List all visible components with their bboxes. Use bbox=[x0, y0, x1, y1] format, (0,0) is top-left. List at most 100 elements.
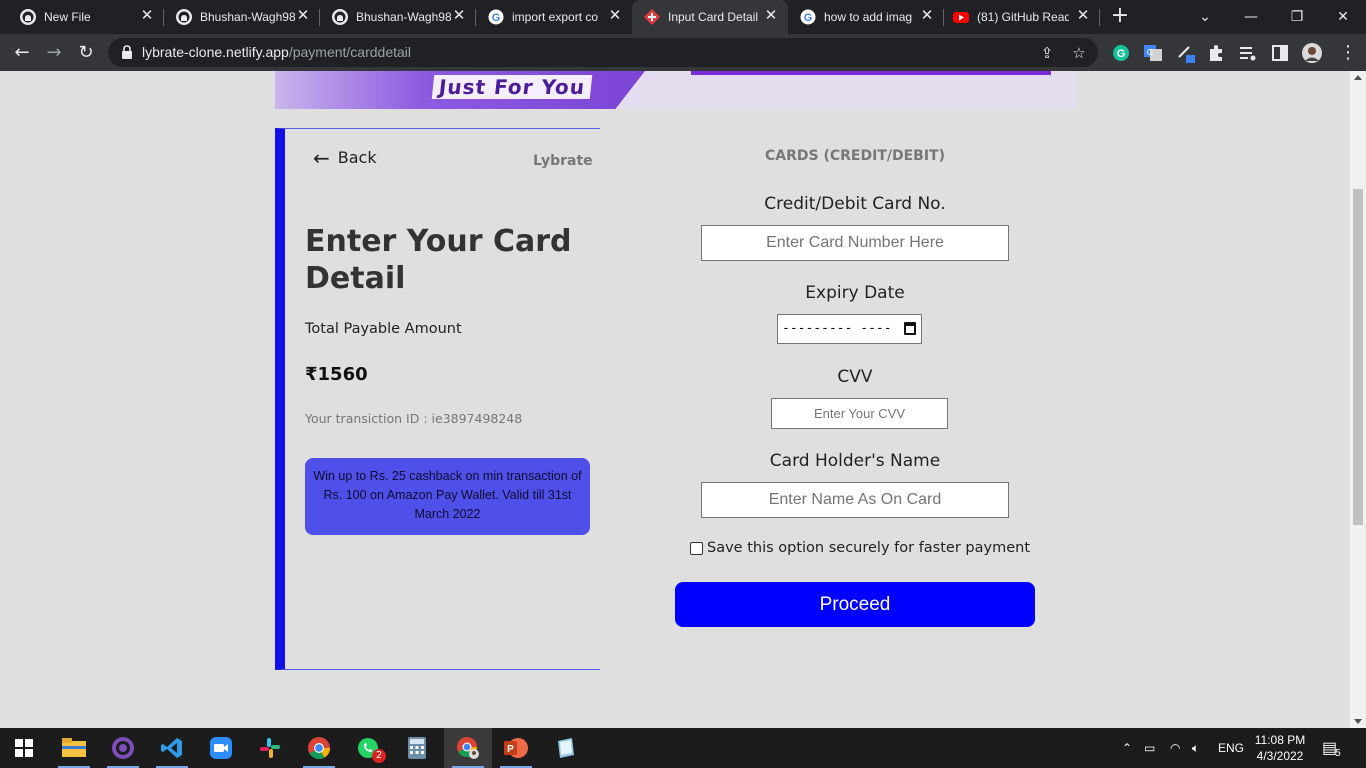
tab-title: (81) GitHub Read bbox=[977, 10, 1069, 24]
tab-import-export[interactable]: G import export co ✕ bbox=[476, 0, 632, 34]
tab-input-card-detail[interactable]: Input Card Detail ✕ bbox=[632, 0, 788, 34]
browser-tabstrip: New File ✕ Bhushan-Wagh98 ✕ Bhushan-Wagh… bbox=[0, 0, 1366, 34]
volume-icon[interactable]: 🔈︎ bbox=[1192, 728, 1199, 768]
save-option-row[interactable]: Save this option securely for faster pay… bbox=[690, 540, 1030, 556]
banner-divider bbox=[691, 71, 1051, 75]
close-icon[interactable]: ✕ bbox=[140, 8, 154, 23]
start-button[interactable] bbox=[0, 728, 48, 768]
save-label: Save this option securely for faster pay… bbox=[707, 540, 1031, 556]
notepad-icon bbox=[558, 738, 574, 758]
forward-arrow-icon[interactable]: → bbox=[40, 39, 68, 67]
tab-bhushan-1[interactable]: Bhushan-Wagh98 ✕ bbox=[164, 0, 320, 34]
whatsapp-button[interactable]: 2 bbox=[344, 728, 392, 768]
wifi-icon[interactable]: ◠ bbox=[1170, 728, 1180, 768]
svg-text:P: P bbox=[507, 744, 514, 755]
proceed-button[interactable]: Proceed bbox=[675, 582, 1035, 627]
address-bar[interactable]: lybrate-clone.netlify.app/payment/cardde… bbox=[108, 38, 1098, 67]
tab-separator bbox=[1099, 9, 1100, 26]
card-number-input[interactable]: Enter Card Number Here bbox=[701, 225, 1009, 261]
scroll-thumb[interactable] bbox=[1353, 189, 1363, 525]
svg-text:G: G bbox=[804, 12, 813, 24]
github-icon bbox=[176, 9, 192, 25]
reading-list-icon[interactable] bbox=[1238, 43, 1258, 63]
grammarly-icon[interactable]: G bbox=[1111, 43, 1131, 63]
github-desktop-icon bbox=[112, 737, 134, 759]
notepad-button[interactable] bbox=[541, 728, 589, 768]
input-language[interactable]: ENG bbox=[1218, 728, 1244, 768]
cashback-offer: Win up to Rs. 25 cashback on min transac… bbox=[305, 458, 590, 535]
svg-text:G: G bbox=[1147, 48, 1153, 57]
minimize-button[interactable]: — bbox=[1228, 0, 1274, 34]
scroll-down-icon[interactable] bbox=[1354, 719, 1362, 724]
close-icon[interactable]: ✕ bbox=[1076, 8, 1090, 23]
reload-icon[interactable]: ↻ bbox=[72, 39, 100, 67]
close-icon[interactable]: ✕ bbox=[920, 8, 934, 23]
github-desktop-button[interactable] bbox=[99, 728, 147, 768]
lybrate-icon bbox=[644, 9, 660, 25]
page-title: Enter Your Card Detail bbox=[305, 224, 572, 296]
close-icon[interactable]: ✕ bbox=[764, 8, 778, 23]
tab-github-readme[interactable]: (81) GitHub Read ✕ bbox=[944, 0, 1100, 34]
tab-title: Input Card Detail bbox=[668, 10, 759, 24]
calculator-icon bbox=[408, 737, 426, 759]
card-holder-label: Card Holder's Name bbox=[769, 451, 941, 471]
chrome-icon bbox=[308, 737, 330, 759]
new-tab-button[interactable]: + bbox=[1108, 5, 1132, 29]
slack-button[interactable] bbox=[246, 728, 294, 768]
github-icon bbox=[20, 9, 36, 25]
menu-icon[interactable]: ⋮ bbox=[1334, 39, 1362, 67]
chrome-profile-button[interactable] bbox=[444, 728, 492, 768]
card-holder-input[interactable]: Enter Name As On Card bbox=[701, 482, 1009, 518]
tab-title: Bhushan-Wagh98 bbox=[356, 10, 451, 24]
close-icon[interactable]: ✕ bbox=[452, 8, 466, 23]
show-hidden-icons[interactable]: ⌃ bbox=[1122, 728, 1132, 768]
tab-search-button[interactable]: ⌄ bbox=[1182, 0, 1228, 34]
page-scrollbar[interactable] bbox=[1350, 71, 1366, 728]
back-arrow-icon[interactable]: ← bbox=[8, 39, 36, 67]
calendar-icon[interactable] bbox=[904, 322, 916, 335]
tab-how-to-add-image[interactable]: G how to add imag ✕ bbox=[788, 0, 944, 34]
tab-bhushan-2[interactable]: Bhushan-Wagh98 ✕ bbox=[320, 0, 476, 34]
system-clock[interactable]: 11:08 PM 4/3/2022 bbox=[1252, 732, 1308, 764]
banner-text: Just For You bbox=[431, 75, 593, 99]
windows-icon bbox=[15, 739, 33, 757]
tab-title: how to add imag bbox=[824, 10, 913, 24]
tab-new-file[interactable]: New File ✕ bbox=[0, 0, 164, 34]
zoom-button[interactable] bbox=[197, 728, 245, 768]
chrome-profile-icon bbox=[457, 737, 479, 759]
window-close-button[interactable]: ✕ bbox=[1320, 0, 1366, 34]
close-icon[interactable]: ✕ bbox=[608, 8, 622, 23]
google-icon: G bbox=[800, 9, 816, 25]
star-icon[interactable]: ☆ bbox=[1070, 44, 1088, 62]
svg-text:G: G bbox=[1117, 48, 1126, 60]
translate-icon[interactable]: G bbox=[1143, 43, 1163, 63]
payment-summary-card: ← Back Lybrate Enter Your Card Detail To… bbox=[275, 128, 600, 670]
expiry-date-input[interactable]: --------- ---- bbox=[777, 314, 922, 344]
vscode-button[interactable] bbox=[148, 728, 196, 768]
color-picker-icon[interactable] bbox=[1176, 43, 1196, 63]
share-icon[interactable]: ⇪ bbox=[1038, 44, 1056, 62]
chrome-button[interactable] bbox=[295, 728, 343, 768]
transaction-id: Your transiction ID : ie3897498248 bbox=[305, 411, 523, 426]
file-explorer-button[interactable] bbox=[50, 728, 98, 768]
vscode-icon bbox=[161, 738, 182, 758]
tab-title: import export co bbox=[512, 10, 599, 24]
save-checkbox[interactable] bbox=[690, 541, 703, 555]
scroll-up-icon[interactable] bbox=[1354, 75, 1362, 80]
notification-center-button[interactable]: ▤ 5 bbox=[1322, 728, 1341, 768]
close-icon[interactable]: ✕ bbox=[296, 8, 310, 23]
battery-icon[interactable]: ▭ bbox=[1144, 728, 1155, 768]
powerpoint-button[interactable]: P bbox=[492, 728, 540, 768]
side-panel-icon[interactable] bbox=[1270, 43, 1290, 63]
restore-button[interactable]: ❐ bbox=[1274, 0, 1320, 34]
back-link[interactable]: ← Back bbox=[313, 145, 377, 170]
tab-title: New File bbox=[44, 10, 91, 24]
github-icon bbox=[332, 9, 348, 25]
back-arrow-icon: ← bbox=[313, 145, 330, 170]
extensions-icon[interactable] bbox=[1206, 43, 1226, 63]
brand-name: Lybrate bbox=[533, 153, 593, 169]
calculator-button[interactable] bbox=[393, 728, 441, 768]
promo-banner[interactable]: Just For You bbox=[275, 71, 1075, 109]
cvv-input[interactable]: Enter Your CVV bbox=[771, 398, 948, 429]
profile-avatar[interactable] bbox=[1302, 43, 1322, 63]
